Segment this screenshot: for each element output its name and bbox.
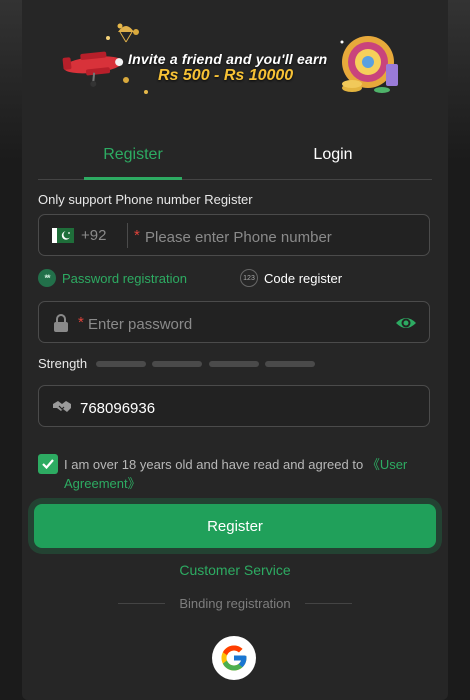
register-note: Only support Phone number Register — [38, 192, 253, 207]
password-registration-option[interactable]: ** Password registration — [38, 269, 187, 287]
tab-register[interactable]: Register — [38, 132, 228, 177]
divider-line — [304, 602, 353, 604]
code-option-icon: 123 — [240, 269, 258, 287]
strength-bar — [152, 361, 202, 367]
register-button[interactable]: Register — [34, 504, 436, 548]
agreement-row: I am over 18 years old and have read and… — [38, 453, 430, 493]
field-divider — [127, 223, 128, 248]
code-register-option[interactable]: 123 Code register — [240, 269, 342, 287]
password-option-icon: ** — [38, 269, 56, 287]
password-field: * — [38, 301, 430, 343]
password-input[interactable] — [86, 313, 390, 335]
phone-field: +92 * — [38, 214, 430, 256]
customer-service-link[interactable]: Customer Service — [0, 562, 470, 578]
password-option-label: Password registration — [62, 270, 187, 286]
divider-line — [118, 602, 166, 604]
strength-bar — [209, 361, 259, 367]
google-login-button[interactable] — [212, 636, 256, 680]
agreement-statement: I am over 18 years old and have read and… — [64, 457, 367, 472]
active-tab-indicator — [84, 177, 182, 180]
required-mark: * — [78, 314, 84, 331]
strength-bar — [265, 361, 315, 367]
agreement-text: I am over 18 years old and have read and… — [64, 455, 429, 493]
registration-options: ** Password registration 123 Code regist… — [38, 269, 430, 291]
pakistan-flag-icon — [52, 228, 74, 243]
auth-tabs: Register Login — [38, 132, 432, 180]
invite-code-input[interactable] — [78, 397, 382, 419]
banner-headline: Invite a friend and you'll earn — [128, 51, 328, 67]
handshake-icon — [53, 401, 71, 412]
check-icon — [42, 459, 54, 470]
required-mark: * — [134, 227, 140, 244]
lock-icon — [54, 314, 68, 332]
binding-registration-divider: Binding registration — [118, 594, 353, 612]
phone-input[interactable] — [143, 226, 417, 248]
country-code[interactable]: +92 — [81, 227, 106, 244]
eye-icon[interactable] — [395, 313, 417, 333]
strength-label: Strength — [38, 356, 88, 371]
invite-code-field — [38, 385, 430, 427]
google-icon — [221, 645, 247, 671]
code-option-label: Code register — [264, 270, 343, 286]
banner-amount: Rs 500 - Rs 10000 — [158, 67, 294, 84]
password-strength: Strength — [38, 356, 430, 374]
binding-registration-label: Binding registration — [179, 595, 291, 611]
strength-bar — [96, 361, 146, 367]
tab-login[interactable]: Login — [238, 132, 428, 177]
agreement-checkbox[interactable] — [38, 454, 58, 474]
